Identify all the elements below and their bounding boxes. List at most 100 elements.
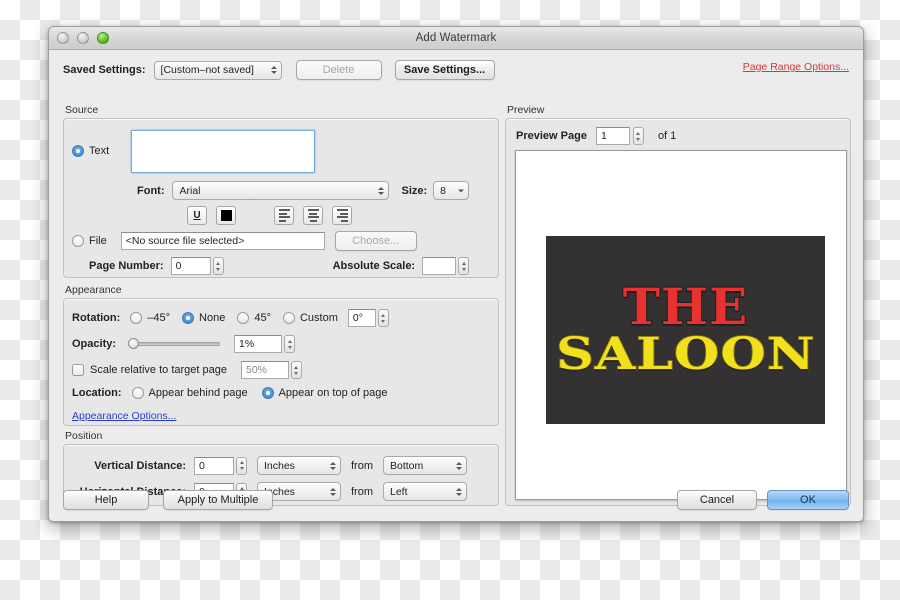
scale-relative-stepper[interactable] xyxy=(290,361,302,379)
location-label-behind: Appear behind page xyxy=(148,387,248,399)
preview-page-stepper[interactable] xyxy=(632,127,644,145)
zoom-button-icon[interactable] xyxy=(97,32,109,44)
opacity-slider-knob[interactable] xyxy=(128,338,140,349)
preview-page-total: of 1 xyxy=(657,130,677,142)
vertical-distance-label: Vertical Distance: xyxy=(94,459,186,472)
saved-settings-select[interactable]: [Custom–not saved] xyxy=(153,60,282,80)
align-right-button[interactable] xyxy=(332,206,352,225)
chevron-updown-icon xyxy=(456,461,462,470)
location-radio-behind[interactable] xyxy=(131,387,144,399)
file-source-label: File xyxy=(89,235,107,247)
traffic-lights xyxy=(49,32,109,44)
rotation-radio-minus45[interactable] xyxy=(130,312,143,324)
apply-to-multiple-button[interactable]: Apply to Multiple xyxy=(163,490,273,510)
rotation-radio-none[interactable] xyxy=(182,312,195,324)
align-left-button[interactable] xyxy=(274,206,294,225)
watermark-artwork: THE SALOON xyxy=(546,236,825,424)
vertical-unit-select[interactable]: Inches xyxy=(257,456,341,475)
artwork-line-1: THE xyxy=(622,277,749,337)
custom-angle-input[interactable]: 0° xyxy=(347,309,376,327)
file-source-row: File <No source file selected> Choose... xyxy=(72,231,417,251)
file-path-input[interactable]: <No source file selected> xyxy=(120,232,325,250)
location-radio-ontop[interactable] xyxy=(261,387,274,399)
custom-angle-stepper[interactable] xyxy=(377,309,389,327)
font-row: Font: Arial Size: 8 xyxy=(137,181,470,200)
rotation-label: Rotation: xyxy=(72,312,121,324)
rotation-label-none: None xyxy=(199,312,226,324)
location-row: Location: Appear behind page Appear on t… xyxy=(72,387,387,399)
save-settings-button[interactable]: Save Settings... xyxy=(394,60,495,80)
rotation-radio-custom[interactable] xyxy=(282,312,295,324)
artwork-line-2: SALOON xyxy=(555,329,816,381)
scale-relative-input[interactable]: 50% xyxy=(240,361,289,379)
vertical-origin-value: Bottom xyxy=(390,459,424,472)
opacity-row: Opacity: 1% xyxy=(72,335,296,353)
position-group-title: Position xyxy=(65,430,103,442)
page-number-row: Page Number: 0 Absolute Scale: xyxy=(89,257,505,275)
vertical-distance-input[interactable]: 0 xyxy=(194,456,234,475)
text-style-buttons: U xyxy=(187,206,352,225)
opacity-input[interactable]: 1% xyxy=(234,335,283,353)
page-number-label: Page Number: xyxy=(89,260,164,272)
page-number-stepper[interactable] xyxy=(212,257,224,275)
vertical-unit-value: Inches xyxy=(264,459,295,472)
font-select[interactable]: Arial xyxy=(172,181,390,200)
file-source-radio[interactable] xyxy=(72,235,84,247)
help-button[interactable]: Help xyxy=(63,490,149,510)
size-select[interactable]: 8 xyxy=(433,181,470,200)
text-source-label: Text xyxy=(89,145,110,157)
source-group-title: Source xyxy=(65,104,99,116)
rotation-radio-45[interactable] xyxy=(237,312,250,324)
dialog-footer: Help Apply to Multiple Cancel OK xyxy=(63,490,849,510)
saved-settings-row: Saved Settings: [Custom–not saved] Delet… xyxy=(63,58,849,82)
preview-page-label: Preview Page xyxy=(516,130,587,142)
chevron-updown-icon xyxy=(378,186,385,195)
font-value: Arial xyxy=(179,184,201,197)
ok-button[interactable]: OK xyxy=(767,490,849,510)
add-watermark-dialog: Add Watermark Saved Settings: [Custom–no… xyxy=(48,26,864,522)
absolute-scale-label: Absolute Scale: xyxy=(332,260,416,272)
appearance-group-title: Appearance xyxy=(65,284,122,296)
appearance-options-link[interactable]: Appearance Options... xyxy=(72,410,176,422)
scale-relative-row: Scale relative to target page 50% xyxy=(72,361,302,379)
dialog-content: Saved Settings: [Custom–not saved] Delet… xyxy=(49,50,863,521)
appearance-group-body: Rotation: –45° None 45° Custom 0° Opacit… xyxy=(63,298,499,426)
text-color-button[interactable] xyxy=(216,206,236,225)
absolute-scale-input[interactable] xyxy=(422,257,457,275)
text-source-radio[interactable] xyxy=(72,145,84,157)
choose-file-button[interactable]: Choose... xyxy=(334,231,417,251)
appearance-group: Appearance Rotation: –45° None 45° Custo… xyxy=(63,284,499,426)
opacity-label: Opacity: xyxy=(72,338,117,350)
preview-group: Preview Preview Page 1 of 1 THE SALOON xyxy=(505,104,851,506)
watermark-text-input[interactable] xyxy=(131,130,315,173)
saved-settings-label: Saved Settings: xyxy=(63,64,146,76)
scale-relative-checkbox[interactable] xyxy=(72,364,84,376)
absolute-scale-stepper[interactable] xyxy=(458,257,470,275)
opacity-slider[interactable] xyxy=(128,338,221,349)
rotation-label-custom: Custom xyxy=(299,312,338,324)
location-label: Location: xyxy=(72,387,122,399)
cancel-button[interactable]: Cancel xyxy=(677,490,757,510)
preview-page-canvas[interactable]: THE SALOON xyxy=(515,150,847,500)
rotation-label-45: 45° xyxy=(254,312,271,324)
size-value: 8 xyxy=(440,184,447,197)
page-number-input[interactable]: 0 xyxy=(170,257,211,275)
underline-button[interactable]: U xyxy=(187,206,207,225)
vertical-distance-stepper[interactable] xyxy=(236,456,247,475)
rotation-row: Rotation: –45° None 45° Custom 0° xyxy=(72,309,389,327)
vertical-distance-row: Vertical Distance: 0 Inches from Bottom xyxy=(78,456,467,475)
vertical-origin-select[interactable]: Bottom xyxy=(383,456,467,475)
close-button-icon[interactable] xyxy=(57,32,69,44)
source-group: Source Text Font: Arial Size: 8 U File <… xyxy=(63,104,499,278)
align-center-icon xyxy=(307,209,319,222)
page-range-options-link[interactable]: Page Range Options... xyxy=(743,61,849,73)
opacity-stepper[interactable] xyxy=(284,335,296,353)
preview-page-row: Preview Page 1 of 1 xyxy=(516,127,676,145)
minimize-button-icon[interactable] xyxy=(77,32,89,44)
preview-page-input[interactable]: 1 xyxy=(595,127,630,145)
location-label-ontop: Appear on top of page xyxy=(278,387,388,399)
delete-button[interactable]: Delete xyxy=(295,60,382,80)
align-right-icon xyxy=(336,209,348,222)
preview-group-body: Preview Page 1 of 1 THE SALOON xyxy=(505,118,851,506)
align-center-button[interactable] xyxy=(303,206,323,225)
